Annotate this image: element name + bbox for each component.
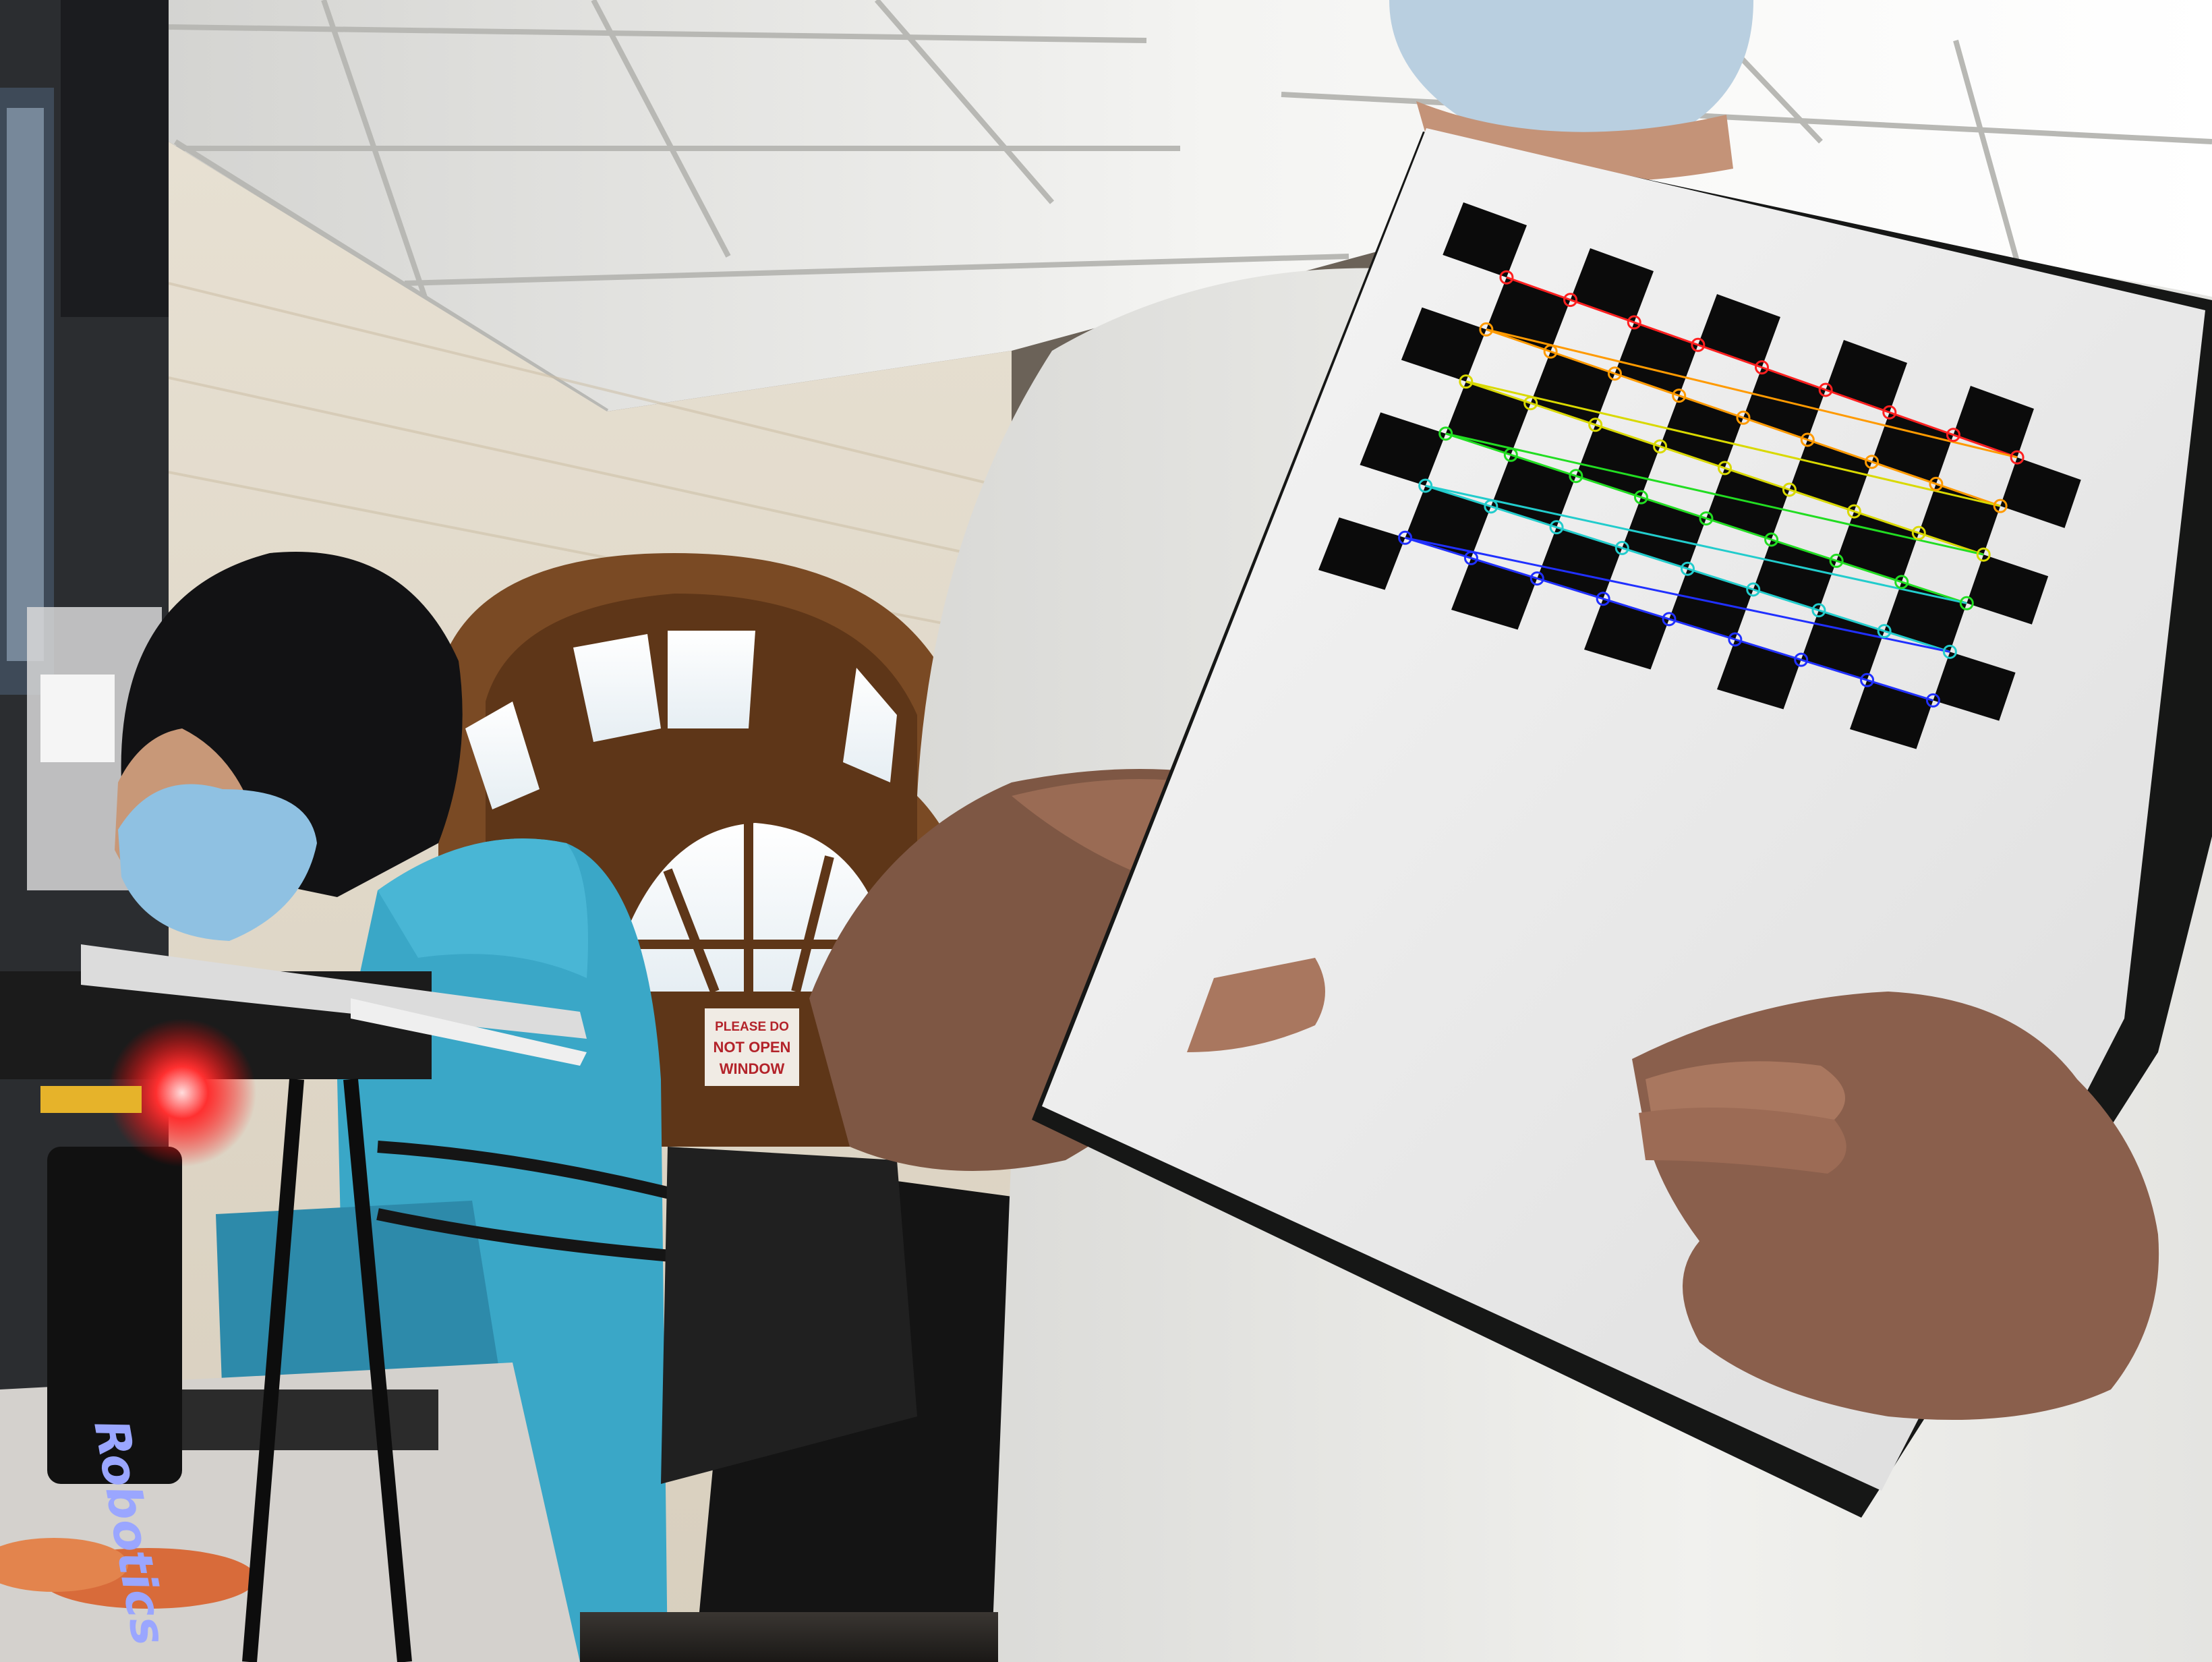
floor [580,1612,998,1662]
svg-text:PLEASE DO: PLEASE DO [715,1020,789,1034]
photo-scene: PLEASE DO NOT OPEN WINDOW Robotics [0,0,2212,1662]
window-sign: PLEASE DO NOT OPEN WINDOW [705,1008,799,1086]
svg-text:WINDOW: WINDOW [720,1060,785,1077]
svg-text:NOT OPEN: NOT OPEN [714,1039,791,1056]
